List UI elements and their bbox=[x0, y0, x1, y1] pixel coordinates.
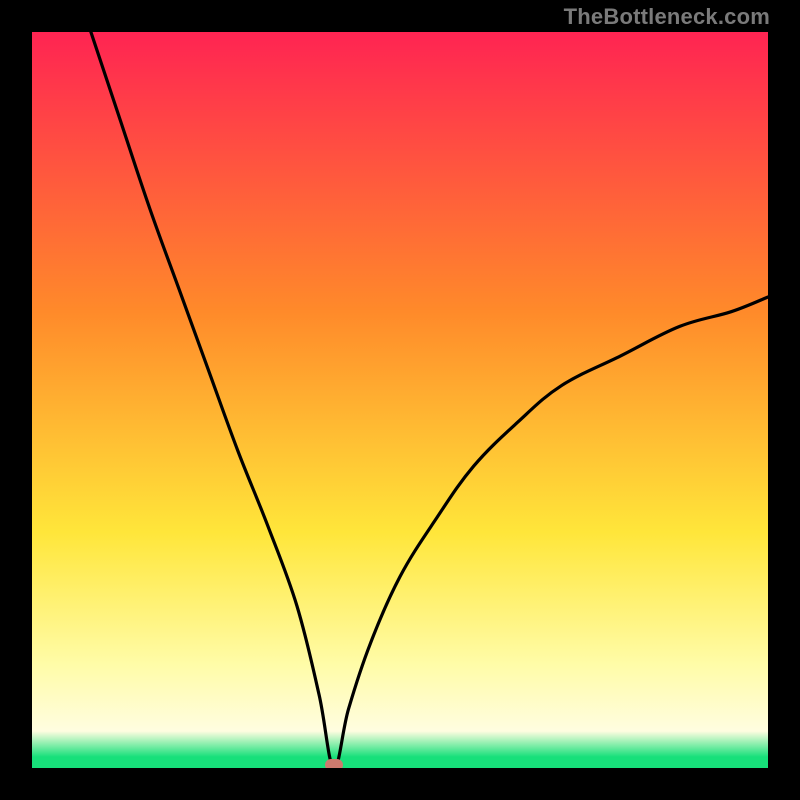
plot-area bbox=[32, 32, 768, 768]
chart-frame: TheBottleneck.com bbox=[0, 0, 800, 800]
watermark-text: TheBottleneck.com bbox=[564, 6, 770, 28]
background-gradient bbox=[32, 32, 768, 768]
